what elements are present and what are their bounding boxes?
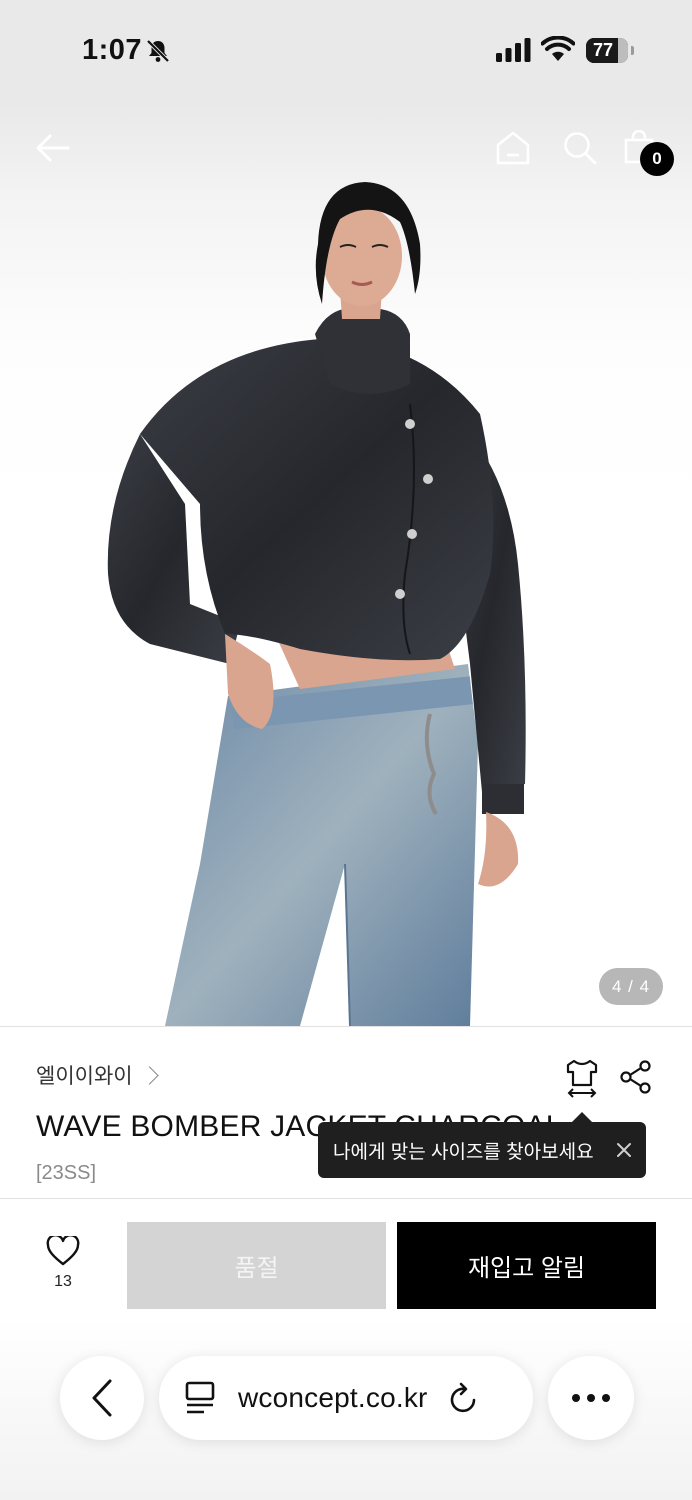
like-count: 13 [54,1273,72,1290]
heart-icon [46,1234,80,1266]
product-image-gallery[interactable]: 4 / 4 [0,104,692,1026]
battery-indicator: 77 [586,38,628,63]
address-bar[interactable]: wconcept.co.kr [159,1356,533,1440]
search-icon[interactable] [563,131,597,165]
size-finder-tooltip[interactable]: 나에게 맞는 사이즈를 찾아보세요 [318,1112,646,1178]
close-icon[interactable] [614,1140,634,1160]
divider [0,1026,692,1027]
more-icon [572,1394,610,1402]
wifi-icon [541,36,575,61]
status-time: 1:07 [82,34,143,66]
chevron-right-icon [139,1066,159,1085]
product-season: [23SS] [36,1162,97,1184]
signal-icon [496,38,531,62]
browser-toolbar: wconcept.co.kr [0,1318,692,1500]
url-text: wconcept.co.kr [238,1382,428,1413]
product-photo [107,182,526,1026]
back-arrow-icon[interactable] [36,134,70,162]
size-guide-icon[interactable] [564,1058,600,1098]
like-button[interactable]: 13 [40,1234,86,1291]
brand-link[interactable]: 엘이이와이 [36,1060,159,1090]
chevron-left-icon [92,1379,112,1417]
muted-bell-icon [146,39,170,63]
divider [0,1198,692,1199]
tooltip-text: 나에게 맞는 사이즈를 찾아보세요 [333,1141,594,1163]
share-icon[interactable] [619,1060,653,1094]
brand-name: 엘이이와이 [36,1065,133,1088]
more-button[interactable] [548,1356,634,1440]
soldout-button[interactable]: 품절 [127,1222,386,1309]
restock-alert-button[interactable]: 재입고 알림 [397,1222,656,1309]
browser-back-button[interactable] [60,1356,144,1440]
battery-level: 77 [592,40,614,60]
image-counter: 4 / 4 [599,968,663,1005]
reload-icon[interactable] [448,1381,480,1415]
status-bar: 1:07 77 [0,0,692,104]
cart-count-badge: 0 [640,142,674,176]
home-icon[interactable] [495,131,531,165]
reader-icon[interactable] [184,1380,218,1416]
